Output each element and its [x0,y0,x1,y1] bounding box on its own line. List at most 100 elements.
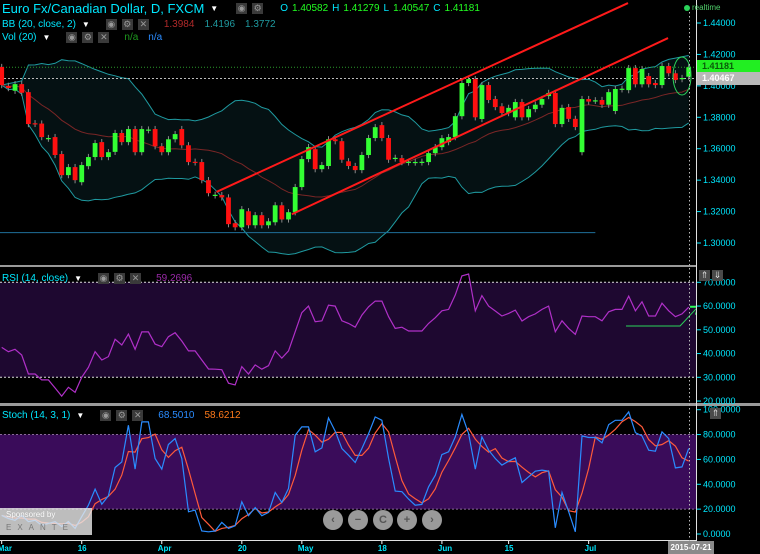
candle [486,81,492,104]
candle [299,155,305,191]
bid-price-tag: 1.40467 [697,72,760,85]
candle-body [279,205,285,220]
candle-body [39,123,45,138]
candle [199,158,205,184]
candle-body [52,137,58,156]
candle-body [639,69,645,85]
candle-body [0,67,5,86]
close-icon[interactable]: ✕ [132,410,144,421]
candle [0,63,5,89]
vol-label[interactable]: Vol (20) [2,32,36,43]
candle [79,161,85,186]
candle [559,104,565,128]
gear-icon[interactable]: ⚙ [116,410,128,421]
candle-body [266,221,271,226]
candle-body [519,102,525,118]
scroll-right-button[interactable]: › [422,510,442,530]
candle-body [19,84,25,93]
candle-body [579,99,585,153]
rsi-pane[interactable] [0,268,698,403]
close-icon[interactable]: ✕ [137,19,149,30]
scroll-left-button[interactable]: ‹ [323,510,343,530]
candle-body [619,88,625,90]
rsi-band-fill [0,282,696,378]
candle-body [179,129,185,146]
rsi-axis-label: 50.0000 [703,325,736,335]
gear-icon[interactable]: ⚙ [82,32,94,43]
candle-body [539,99,545,105]
candle-body [612,89,618,112]
rsi-label[interactable]: RSI (14, close) [2,273,68,284]
candle [112,129,118,156]
candle [579,95,585,156]
status-dot-icon [684,4,690,11]
candle-body [12,84,18,91]
chart-title-row: Euro Fx/Canadian Dollar, D, FXCM ▼ ◉ ⚙ O… [2,1,480,16]
time-axis-label: Apr [158,544,172,553]
reset-button[interactable]: C [373,510,393,530]
stoch-label[interactable]: Stoch (14, 3, 1) [2,410,70,421]
close-label: C [433,3,441,14]
candle [612,85,618,115]
candle [25,89,31,128]
candle-body [272,205,278,223]
price-axis-label: 1.38000 [703,112,736,122]
candle-body [226,197,231,225]
eye-icon[interactable]: ◉ [236,3,248,14]
close-icon[interactable]: ✕ [98,32,110,43]
chevron-down-icon[interactable]: ▼ [76,411,84,420]
eye-icon[interactable]: ◉ [105,19,117,30]
stoch-axis-label: 0.0000 [703,529,731,539]
candle [186,142,191,166]
candle-body [679,78,685,80]
chevron-down-icon[interactable]: ▼ [42,33,50,42]
close-icon[interactable]: ✕ [130,273,142,284]
pane-divider[interactable] [0,265,696,267]
candle-body [652,83,658,86]
candle-body [452,116,458,138]
stoch-axis-label: 20.0000 [703,504,736,514]
vol-ma-value: n/a [148,32,163,43]
move-pane-up-button[interactable]: ⇑ [699,270,710,281]
candle [552,89,558,128]
candle [386,134,391,163]
candle [99,138,105,161]
zoom-in-button[interactable]: + [397,510,417,530]
candle-body [5,85,11,89]
candle [59,150,65,179]
move-pane-down-button[interactable]: ⇓ [712,270,723,281]
pane-divider[interactable] [0,403,760,406]
candle-body [386,138,391,160]
eye-icon[interactable]: ◉ [66,32,78,43]
candle-body [646,76,652,85]
candle-body [239,209,245,228]
zoom-out-button[interactable]: − [348,510,368,530]
candle-body [332,139,338,142]
sponsor-watermark[interactable]: Sponsored by EXANTE [0,508,92,535]
candle-body [406,161,411,163]
chart-title[interactable]: Euro Fx/Canadian Dollar, D, FXCM [2,1,204,16]
candle [639,65,645,88]
stoch-axis-label: 40.0000 [703,479,736,489]
gear-icon[interactable]: ⚙ [114,273,126,284]
eye-icon[interactable]: ◉ [98,273,110,284]
time-axis-label: 16 [78,544,87,553]
price-axis-label: 1.44000 [703,18,736,28]
bb-indicator-row: BB (20, close, 2) ▼ ◉ ⚙ ✕ 1.3984 1.4196 … [2,19,276,30]
realtime-label: realtime [692,3,721,12]
move-pane-up-button[interactable]: ⇑ [710,408,721,419]
gear-icon[interactable]: ⚙ [121,19,133,30]
time-axis-label: Jul [585,544,597,553]
candle-body [346,161,351,167]
gear-icon[interactable]: ⚙ [252,3,264,14]
chevron-down-icon[interactable]: ▼ [210,4,218,13]
candle [626,64,632,94]
bb-label[interactable]: BB (20, close, 2) [2,19,76,30]
candle [272,202,278,226]
chevron-down-icon[interactable]: ▼ [74,274,82,283]
eye-icon[interactable]: ◉ [100,410,112,421]
candle-body [532,104,538,110]
candle-body [459,83,465,117]
candle-body [372,127,378,139]
chevron-down-icon[interactable]: ▼ [82,20,90,29]
